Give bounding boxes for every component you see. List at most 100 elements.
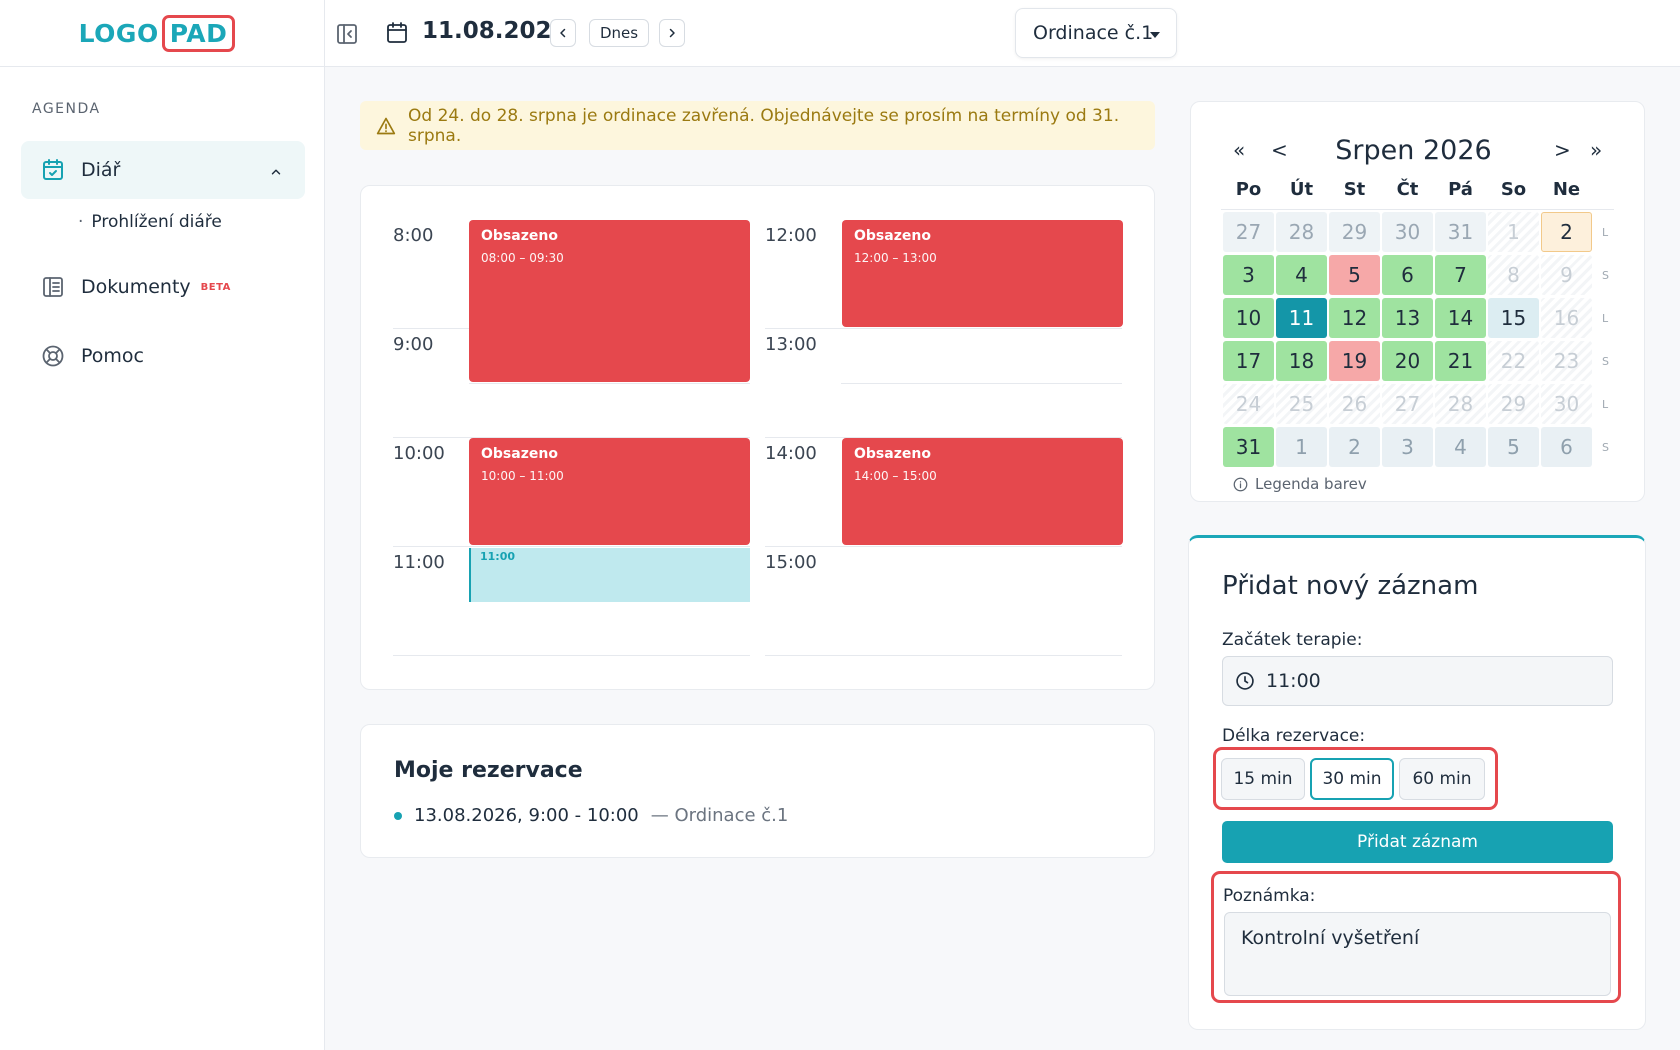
- sidebar-item-label: Dokumenty: [81, 276, 191, 298]
- booked-slot[interactable]: Obsazeno 14:00 – 15:00: [842, 438, 1123, 545]
- calendar-day[interactable]: 6: [1382, 255, 1433, 295]
- calendar-day[interactable]: 1: [1488, 212, 1539, 252]
- reservation-place: — Ordinace č.1: [650, 805, 789, 826]
- sidebar-item-pomoc[interactable]: Pomoc: [21, 327, 305, 385]
- calendar-day[interactable]: 10: [1223, 298, 1274, 338]
- hour-label: 11:00: [393, 552, 445, 573]
- new-record-form: Přidat nový záznam Začátek terapie: 11:0…: [1188, 535, 1646, 1030]
- add-record-button[interactable]: Přidat záznam: [1222, 821, 1613, 863]
- reservations-title: Moje rezervace: [394, 758, 583, 783]
- calendar-day[interactable]: 14: [1435, 298, 1486, 338]
- legend-label: Legenda barev: [1255, 475, 1367, 493]
- hour-label: 12:00: [765, 225, 817, 246]
- weekday-header: So: [1500, 179, 1527, 200]
- info-icon: [1233, 477, 1248, 492]
- prev-day-button[interactable]: [550, 19, 576, 47]
- calendar-day[interactable]: 30: [1382, 212, 1433, 252]
- logo-area: LOGO PAD: [0, 0, 324, 67]
- calendar-day[interactable]: 22: [1488, 341, 1539, 381]
- logo-text-left: LOGO: [78, 18, 159, 48]
- hour-label: 10:00: [393, 443, 445, 464]
- calendar-day[interactable]: 31: [1435, 212, 1486, 252]
- calendar-day[interactable]: 15: [1488, 298, 1539, 338]
- calendar-day[interactable]: 5: [1488, 427, 1539, 467]
- calendar-day[interactable]: 18: [1276, 341, 1327, 381]
- booked-slot[interactable]: Obsazeno 08:00 – 09:30: [469, 220, 750, 382]
- calendar-day[interactable]: 29: [1329, 212, 1380, 252]
- calendar-day[interactable]: 24: [1223, 384, 1274, 424]
- calendar-day[interactable]: 17: [1223, 341, 1274, 381]
- booked-slot[interactable]: Obsazeno 10:00 – 11:00: [469, 438, 750, 545]
- note-highlight: Poznámka: Kontrolní vyšetření: [1211, 871, 1621, 1003]
- calendar-day[interactable]: 16: [1541, 298, 1592, 338]
- calendar-day[interactable]: 27: [1382, 384, 1433, 424]
- booked-slot-time: 08:00 – 09:30: [481, 251, 564, 265]
- logo-text-right: PAD: [161, 14, 236, 52]
- calendar-day-today[interactable]: 2: [1541, 212, 1592, 252]
- today-button[interactable]: Dnes: [589, 19, 649, 47]
- duration-30-button[interactable]: 30 min: [1310, 758, 1394, 800]
- start-time-value: 11:00: [1266, 670, 1321, 692]
- sidebar-toggle-icon[interactable]: [335, 22, 359, 50]
- new-slot-time: 11:00: [480, 550, 516, 563]
- office-select[interactable]: Ordinace č.1: [1015, 8, 1177, 58]
- new-slot-preview[interactable]: 11:00: [469, 548, 750, 602]
- calendar-day[interactable]: 5: [1329, 255, 1380, 295]
- note-textarea[interactable]: Kontrolní vyšetření: [1224, 912, 1611, 996]
- chevron-up-icon[interactable]: [269, 162, 283, 184]
- calendar-day[interactable]: 29: [1488, 384, 1539, 424]
- duration-60-button[interactable]: 60 min: [1399, 758, 1485, 800]
- calendar-day[interactable]: 30: [1541, 384, 1592, 424]
- calendar-day[interactable]: 21: [1435, 341, 1486, 381]
- calendar-day[interactable]: 20: [1382, 341, 1433, 381]
- logo[interactable]: LOGO PAD: [78, 14, 236, 52]
- calendar-day[interactable]: 2: [1329, 427, 1380, 467]
- weekday-header: St: [1343, 179, 1366, 200]
- calendar-day-selected[interactable]: 11: [1276, 298, 1327, 338]
- grid-line: [765, 655, 1122, 656]
- calendar-day[interactable]: 13: [1382, 298, 1433, 338]
- booked-slot-title: Obsazeno: [481, 228, 558, 244]
- calendar-day[interactable]: 4: [1276, 255, 1327, 295]
- sidebar-subitem-prohlizeni[interactable]: · Prohlížení diáře: [78, 212, 222, 232]
- calendar-day[interactable]: 31: [1223, 427, 1274, 467]
- start-time-input[interactable]: 11:00: [1222, 656, 1613, 706]
- calendar-day[interactable]: 28: [1276, 212, 1327, 252]
- calendar-day[interactable]: 9: [1541, 255, 1592, 295]
- calendar-day[interactable]: 3: [1382, 427, 1433, 467]
- reservation-item[interactable]: 13.08.2026, 9:00 - 10:00 — Ordinace č.1: [394, 805, 788, 826]
- calendar-day[interactable]: 12: [1329, 298, 1380, 338]
- calendar-day[interactable]: 4: [1435, 427, 1486, 467]
- sidebar-item-dokumenty[interactable]: Dokumenty BETA: [21, 258, 305, 316]
- calendar-day[interactable]: 1: [1276, 427, 1327, 467]
- duration-15-button[interactable]: 15 min: [1221, 758, 1305, 800]
- color-legend-link[interactable]: Legenda barev: [1233, 475, 1367, 493]
- weekday-divider: [1221, 209, 1614, 210]
- next-day-button[interactable]: [659, 19, 685, 47]
- weekday-header: Po: [1235, 179, 1262, 200]
- weekday-header: Čt: [1396, 179, 1419, 200]
- booked-slot-title: Obsazeno: [854, 446, 931, 462]
- next-month-button[interactable]: >: [1554, 138, 1571, 162]
- next-year-button[interactable]: »: [1590, 138, 1602, 162]
- nav-section-title: AGENDA: [32, 101, 101, 117]
- calendar-day[interactable]: 26: [1329, 384, 1380, 424]
- week-label: S: [1602, 269, 1609, 282]
- booked-slot[interactable]: Obsazeno 12:00 – 13:00: [842, 220, 1123, 327]
- form-title: Přidat nový záznam: [1222, 571, 1479, 601]
- sidebar-item-diar[interactable]: Diář: [21, 141, 305, 199]
- calendar-day[interactable]: 3: [1223, 255, 1274, 295]
- calendar-day[interactable]: 19: [1329, 341, 1380, 381]
- booked-slot-title: Obsazeno: [854, 228, 931, 244]
- calendar-day[interactable]: 7: [1435, 255, 1486, 295]
- reservation-bullet: [394, 811, 402, 820]
- subitem-bullet: ·: [78, 212, 84, 232]
- calendar-check-icon: [41, 158, 65, 182]
- calendar-day[interactable]: 8: [1488, 255, 1539, 295]
- calendar-day[interactable]: 27: [1223, 212, 1274, 252]
- calendar-day[interactable]: 6: [1541, 427, 1592, 467]
- booked-slot-time: 10:00 – 11:00: [481, 469, 564, 483]
- calendar-day[interactable]: 25: [1276, 384, 1327, 424]
- calendar-day[interactable]: 23: [1541, 341, 1592, 381]
- calendar-day[interactable]: 28: [1435, 384, 1486, 424]
